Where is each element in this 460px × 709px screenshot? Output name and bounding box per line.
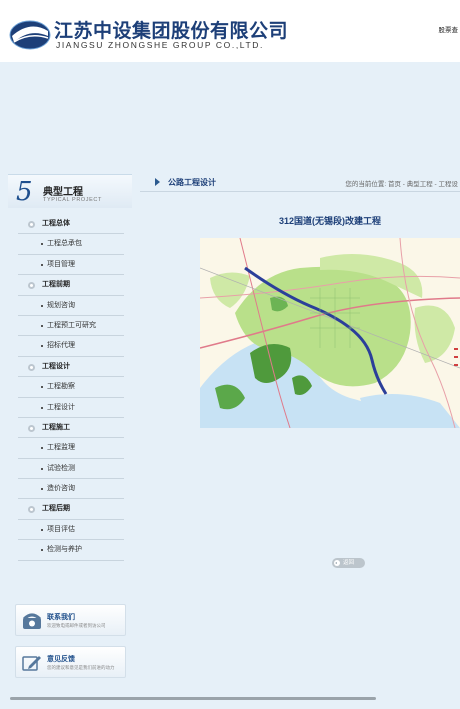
- sidebar-heading: 5 典型工程 TYPICAL PROJECT: [8, 174, 132, 208]
- sidebar-item-label: 检测与养护: [47, 546, 82, 554]
- sidebar-title: 典型工程: [43, 187, 83, 198]
- banner: [0, 62, 460, 174]
- sidebar-item-label: 工程设计: [42, 362, 70, 370]
- sidebar-item-label: 工程勘察: [47, 383, 75, 391]
- section-header: 公路工程设计 您的当前位置: 首页 - 典型工程 - 工程设: [140, 174, 460, 192]
- horizontal-scrollbar[interactable]: [10, 697, 376, 700]
- square-bullet-icon: [41, 528, 43, 531]
- contact-us-title: 联系我们: [47, 614, 75, 621]
- sidebar-menu: 工程总体 工程总承包 项目管理 工程前期 规划咨询 工程预工可研究 招标代理 工程设计 工程勘察…: [18, 214, 124, 561]
- square-bullet-icon: [41, 488, 43, 491]
- sidebar-item[interactable]: 工程监理: [18, 438, 124, 459]
- sidebar-item-label: 工程总体: [42, 220, 70, 227]
- sidebar-item-label: 工程监理: [47, 444, 75, 452]
- sidebar-item-label: 工程总承包: [47, 240, 82, 248]
- contact-us-subtitle: 欢迎致电或邮件或者到访公司: [47, 623, 106, 628]
- sidebar-category[interactable]: 工程施工: [18, 418, 124, 439]
- circle-bullet-icon: [28, 221, 35, 228]
- circle-bullet-icon: [28, 363, 35, 371]
- square-bullet-icon: [41, 263, 43, 266]
- sidebar-item-label: 工程预工可研究: [47, 321, 96, 329]
- sidebar-item[interactable]: 规划咨询: [18, 296, 124, 316]
- sidebar-item-label: 项目管理: [47, 260, 75, 268]
- sidebar-item-label: 工程设计: [47, 403, 75, 411]
- sidebar-item-label: 规划咨询: [47, 301, 75, 309]
- square-bullet-icon: [41, 243, 43, 246]
- sidebar-item-label: 工程前期: [42, 281, 70, 289]
- feedback-edit-icon: [22, 656, 41, 671]
- square-bullet-icon: [41, 406, 43, 409]
- square-bullet-icon: [41, 447, 43, 450]
- company-logo-icon: [9, 20, 51, 50]
- sidebar-category[interactable]: 工程前期: [18, 275, 124, 296]
- circle-bullet-icon: [28, 424, 35, 432]
- company-name-en: JIANGSU ZHONGSHE GROUP CO.,LTD.: [56, 40, 264, 50]
- sidebar-item-label: 试验检测: [47, 464, 75, 472]
- sidebar-category[interactable]: 工程总体: [18, 214, 124, 235]
- sidebar-item[interactable]: 工程预工可研究: [18, 316, 124, 337]
- square-bullet-icon: [41, 345, 43, 348]
- article-title: 312国道(无锡段)改建工程: [278, 216, 381, 226]
- sidebar-item[interactable]: 工程勘察: [18, 377, 124, 398]
- circle-bullet-icon: [28, 506, 35, 514]
- phone-icon: [22, 613, 42, 629]
- square-bullet-icon: [41, 386, 43, 389]
- section-title: 公路工程设计: [168, 178, 216, 187]
- sidebar-title-en: TYPICAL PROJECT: [43, 197, 102, 203]
- sidebar-item[interactable]: 造价咨询: [18, 479, 124, 500]
- square-bullet-icon: [41, 549, 43, 552]
- sidebar-item-label: 造价咨询: [47, 485, 75, 493]
- feedback-subtitle: 您的建议和意见是我们前进的动力: [47, 665, 115, 670]
- feedback-title: 意见反馈: [47, 656, 75, 663]
- back-button-label: 返回: [343, 560, 355, 566]
- page: 江苏中设集团股份有限公司 JIANGSU ZHONGSHE GROUP CO.,…: [0, 0, 460, 709]
- sidebar-item[interactable]: 工程总承包: [18, 234, 124, 255]
- site-header: 江苏中设集团股份有限公司 JIANGSU ZHONGSHE GROUP CO.,…: [0, 0, 460, 62]
- square-bullet-icon: [41, 304, 43, 307]
- square-bullet-icon: [41, 467, 43, 470]
- sidebar-item[interactable]: 检测与养护: [18, 540, 124, 561]
- circle-bullet-icon: [28, 282, 35, 290]
- back-arrow-icon: [334, 560, 340, 566]
- sidebar-category[interactable]: 工程后期: [18, 499, 124, 520]
- breadcrumb: 您的当前位置: 首页 - 典型工程 - 工程设: [345, 181, 458, 188]
- sidebar-category[interactable]: 工程设计: [18, 357, 124, 378]
- sidebar-item-label: 工程后期: [42, 505, 70, 513]
- sidebar-item[interactable]: 招标代理: [18, 336, 124, 357]
- sidebar-item-label: 项目评估: [47, 525, 75, 533]
- sidebar-item[interactable]: 工程设计: [18, 398, 124, 418]
- sidebar-item-label: 工程施工: [42, 423, 70, 431]
- feedback-card[interactable]: 意见反馈 您的建议和意见是我们前进的动力: [15, 646, 126, 678]
- stock-query-link[interactable]: 股票查: [439, 24, 459, 34]
- sidebar-item[interactable]: 项目评估: [18, 520, 124, 541]
- sidebar-item-label: 招标代理: [47, 342, 75, 350]
- contact-us-card[interactable]: 联系我们 欢迎致电或邮件或者到访公司: [15, 604, 126, 636]
- back-button[interactable]: 返回: [332, 558, 365, 568]
- sidebar-number: 5: [16, 177, 33, 207]
- company-name-cn: 江苏中设集团股份有限公司: [54, 21, 289, 42]
- sidebar-item[interactable]: 项目管理: [18, 255, 124, 276]
- square-bullet-icon: [41, 324, 43, 327]
- sidebar-item[interactable]: 试验检测: [18, 459, 124, 480]
- arrow-right-icon: [155, 178, 160, 186]
- project-route-map: [200, 238, 460, 428]
